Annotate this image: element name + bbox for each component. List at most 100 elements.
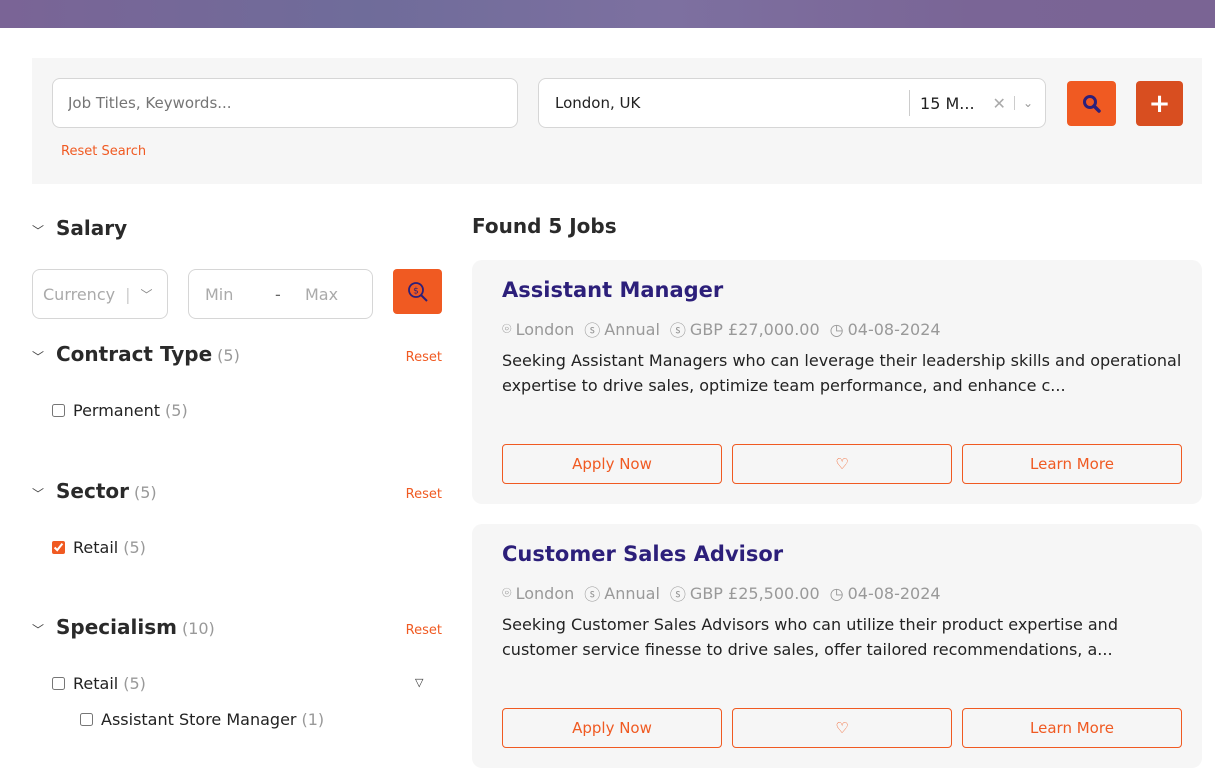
- job-actions: Apply Now ♡ Learn More: [502, 444, 1182, 484]
- chevron-down-icon[interactable]: ﹀: [32, 222, 56, 239]
- heart-icon: ♡: [835, 455, 849, 473]
- checkbox-retail-specialism[interactable]: Retail (5): [52, 674, 146, 693]
- expand-triangle-icon[interactable]: ▽: [415, 676, 423, 689]
- chevron-down-icon[interactable]: ⌄: [1015, 96, 1045, 110]
- svg-text:$: $: [413, 286, 419, 296]
- reset-search-link[interactable]: Reset Search: [61, 144, 146, 159]
- range-dash: -: [275, 284, 281, 304]
- chevron-down-icon[interactable]: ﹀: [32, 485, 56, 502]
- option-label: Permanent: [73, 401, 161, 420]
- chevron-down-icon[interactable]: ﹀: [32, 621, 56, 638]
- job-actions: Apply Now ♡ Learn More: [502, 708, 1182, 748]
- divider: |: [125, 284, 131, 304]
- checkbox[interactable]: [52, 677, 65, 690]
- type-text: Annual: [604, 583, 660, 603]
- job-title[interactable]: Customer Sales Advisor: [502, 542, 783, 566]
- option-count: (5): [123, 674, 146, 693]
- option-count: (1): [301, 710, 325, 729]
- option-label: Assistant Store Manager: [101, 710, 297, 729]
- job-type: ⓢ Annual: [584, 581, 660, 605]
- contract-type-header[interactable]: ﹀ Contract Type (5) Reset: [32, 342, 442, 366]
- option-label: Retail: [73, 538, 119, 557]
- location-field[interactable]: London, UK 15 M... ✕ ⌄: [538, 78, 1046, 128]
- section-title: Specialism: [56, 615, 177, 639]
- reset-sector-link[interactable]: Reset: [406, 487, 442, 502]
- date-text: 04-08-2024: [847, 319, 941, 339]
- clear-icon[interactable]: ✕: [985, 94, 1014, 113]
- date-text: 04-08-2024: [847, 583, 941, 603]
- map-pin-icon: ⌾: [502, 319, 512, 338]
- save-job-button[interactable]: ♡: [732, 444, 952, 484]
- sector-header[interactable]: ﹀ Sector (5) Reset: [32, 479, 442, 503]
- map-pin-icon: ⌾: [502, 583, 512, 602]
- heart-icon: ♡: [835, 719, 849, 737]
- salary-search-icon: $: [407, 281, 428, 302]
- job-location: ⌾ London: [502, 317, 574, 341]
- checkbox-assistant-store-manager[interactable]: Assistant Store Manager (1): [80, 710, 324, 729]
- option-count: (5): [165, 401, 188, 420]
- checkbox[interactable]: [80, 713, 93, 726]
- specialism-header[interactable]: ﹀ Specialism (10) Reset: [32, 615, 442, 639]
- apply-now-button[interactable]: Apply Now: [502, 708, 722, 748]
- learn-more-button[interactable]: Learn More: [962, 444, 1182, 484]
- job-description: Seeking Customer Sales Advisors who can …: [502, 615, 1118, 659]
- checkbox-permanent[interactable]: Permanent (5): [52, 401, 188, 420]
- job-date: ◷ 04-08-2024: [830, 581, 941, 605]
- checkbox[interactable]: [52, 541, 65, 554]
- section-title: Salary: [56, 216, 128, 240]
- job-meta: ⌾ London ⓢ Annual ⓢ GBP £25,500.00 ◷ 04-08-2…: [502, 581, 941, 605]
- dollar-circle-icon: ⓢ: [669, 585, 686, 604]
- learn-more-button[interactable]: Learn More: [962, 708, 1182, 748]
- job-salary: ⓢ GBP £27,000.00: [670, 317, 820, 341]
- results-heading: Found 5 Jobs: [472, 214, 617, 238]
- dollar-circle-icon: ⓢ: [584, 585, 601, 604]
- job-card: Assistant Manager ⌾ London ⓢ Annual ⓢ GBP £…: [472, 260, 1202, 504]
- reset-contract-link[interactable]: Reset: [406, 350, 442, 365]
- section-count: (10): [181, 619, 215, 638]
- location-value[interactable]: London, UK: [539, 94, 909, 112]
- plus-icon: +: [1148, 88, 1171, 119]
- type-text: Annual: [604, 319, 660, 339]
- save-job-button[interactable]: ♡: [732, 708, 952, 748]
- option-count: (5): [123, 538, 146, 557]
- option-label: Retail: [73, 674, 119, 693]
- clock-icon: ◷: [829, 583, 844, 603]
- job-card: Customer Sales Advisor ⌾ London ⓢ Annual ⓢ…: [472, 524, 1202, 768]
- checkbox-retail-sector[interactable]: Retail (5): [52, 538, 146, 557]
- clock-icon: ◷: [829, 319, 844, 339]
- salary-text: GBP £25,500.00: [689, 583, 820, 603]
- header-banner: [0, 0, 1215, 28]
- dollar-circle-icon: ⓢ: [669, 321, 686, 340]
- keywords-input[interactable]: [52, 78, 518, 128]
- search-bar: London, UK 15 M... ✕ ⌄ + Reset Search: [32, 58, 1202, 184]
- job-type: ⓢ Annual: [584, 317, 660, 341]
- location-text: London: [515, 583, 575, 603]
- job-description: Seeking Assistant Managers who can lever…: [502, 351, 1182, 395]
- checkbox[interactable]: [52, 404, 65, 417]
- currency-select[interactable]: Currency | ﹀: [32, 269, 168, 319]
- salary-header[interactable]: ﹀ Salary: [32, 216, 442, 240]
- salary-text: GBP £27,000.00: [689, 319, 820, 339]
- add-button[interactable]: +: [1136, 81, 1183, 126]
- section-title: Sector: [56, 479, 129, 503]
- job-title[interactable]: Assistant Manager: [502, 278, 723, 302]
- section-count: (5): [134, 483, 157, 502]
- job-meta: ⌾ London ⓢ Annual ⓢ GBP £27,000.00 ◷ 04-08-2…: [502, 317, 941, 341]
- reset-specialism-link[interactable]: Reset: [406, 623, 442, 638]
- job-salary: ⓢ GBP £25,500.00: [670, 581, 820, 605]
- dollar-circle-icon: ⓢ: [584, 321, 601, 340]
- currency-placeholder: Currency: [43, 284, 116, 304]
- section-title: Contract Type: [56, 342, 213, 366]
- job-location: ⌾ London: [502, 581, 574, 605]
- chevron-down-icon: ﹀: [140, 287, 153, 302]
- salary-search-button[interactable]: $: [393, 269, 442, 314]
- min-input[interactable]: Min: [205, 285, 275, 304]
- section-count: (5): [217, 346, 240, 365]
- chevron-down-icon[interactable]: ﹀: [32, 348, 56, 365]
- salary-range: Min - Max: [188, 269, 373, 319]
- search-button[interactable]: [1067, 81, 1116, 126]
- apply-now-button[interactable]: Apply Now: [502, 444, 722, 484]
- radius-select[interactable]: 15 M...: [910, 94, 985, 113]
- max-input[interactable]: Max: [305, 285, 338, 304]
- search-icon: [1082, 94, 1101, 113]
